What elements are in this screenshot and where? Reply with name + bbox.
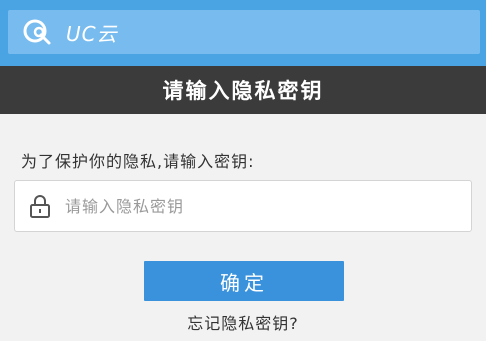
page-title: 请输入隐私密钥 — [162, 79, 324, 103]
privacy-prompt: 为了保护你的隐私,请输入密钥: — [21, 152, 255, 171]
brand-bar: UC云 — [8, 10, 480, 54]
brand-name: UC云 — [66, 21, 118, 46]
lock-icon — [30, 195, 50, 218]
key-input-box[interactable] — [14, 180, 472, 232]
forgot-key-link[interactable]: 忘记隐私密钥? — [0, 310, 486, 334]
confirm-button[interactable]: 确定 — [144, 261, 344, 301]
uc-cloud-logo-icon — [23, 19, 51, 45]
top-bar: UC云 — [0, 0, 486, 66]
title-bar: 请输入隐私密钥 — [0, 66, 486, 114]
privacy-key-input[interactable] — [65, 196, 445, 216]
